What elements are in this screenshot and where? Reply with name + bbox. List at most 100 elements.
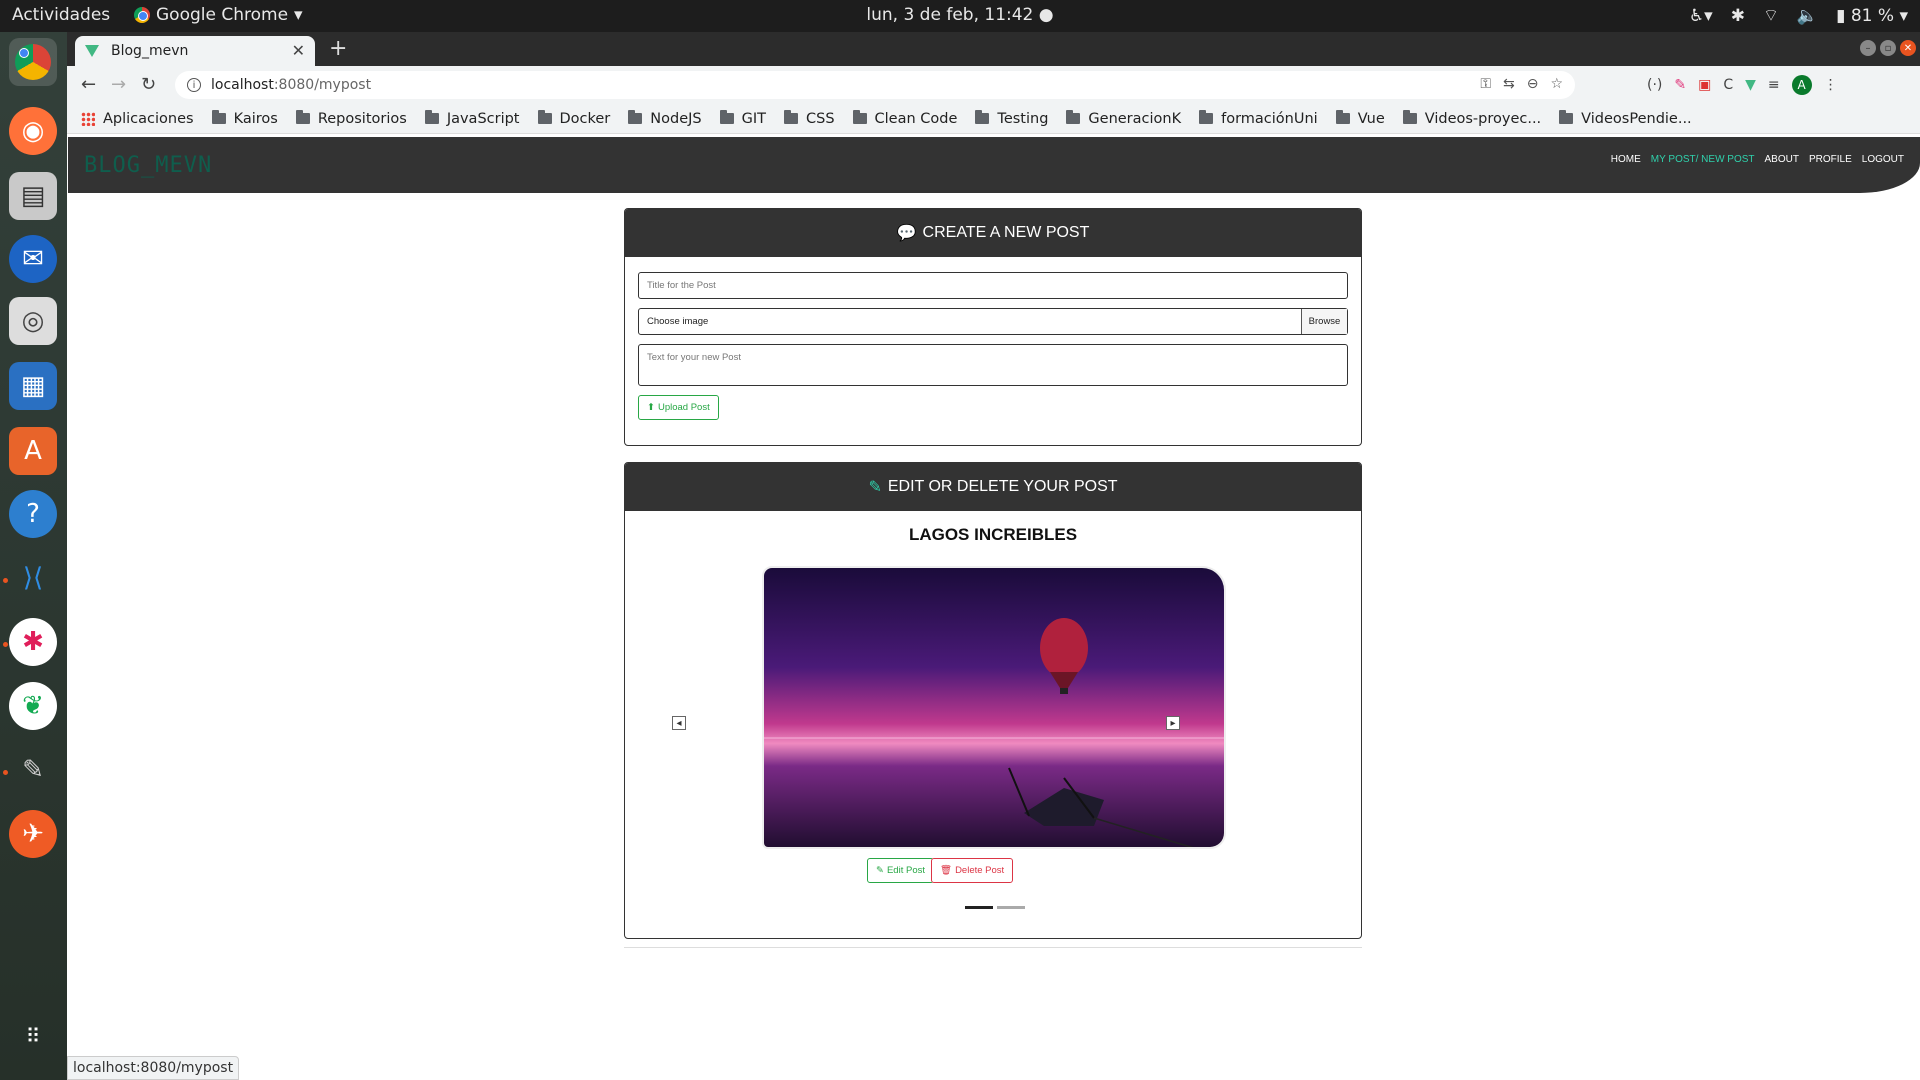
dock-mongodb-icon[interactable]: ❦: [9, 682, 57, 730]
dock-firefox-icon[interactable]: ◉: [9, 107, 57, 155]
bookmark-folder[interactable]: Videos-proyec...: [1402, 110, 1541, 127]
profile-avatar[interactable]: A: [1791, 75, 1812, 95]
dock-rhythmbox-icon[interactable]: ◎: [9, 297, 57, 345]
tab-blog-mevn[interactable]: Blog_mevn ✕: [75, 36, 315, 66]
extension-color-picker-icon[interactable]: ✎: [1674, 77, 1686, 93]
accessibility-icon[interactable]: ♿▾: [1689, 6, 1713, 26]
edit-post-label: Edit Post: [886, 865, 925, 876]
carousel-indicator-active[interactable]: [965, 906, 993, 909]
battery-indicator[interactable]: ▮ 81 % ▾: [1836, 6, 1908, 26]
dock-chrome-icon[interactable]: [9, 38, 57, 86]
maximize-button[interactable]: ▫: [1880, 40, 1896, 56]
folder-icon: [783, 110, 798, 124]
bookmark-folder[interactable]: GeneracionK: [1066, 110, 1182, 127]
nav-home[interactable]: HOME: [1611, 154, 1641, 165]
nav-my-post[interactable]: MY POST/ NEW POST: [1651, 154, 1755, 165]
bookmark-folder[interactable]: Kairos: [211, 110, 278, 127]
dock-postman-icon[interactable]: ✈: [9, 810, 57, 858]
forward-arrow-icon[interactable]: →: [111, 74, 126, 95]
post-text-textarea[interactable]: Text for your new Post: [638, 344, 1348, 386]
close-window-button[interactable]: ✕: [1900, 40, 1916, 56]
dock-writer-icon[interactable]: ▦: [9, 362, 57, 410]
edit-post-button[interactable]: ✎ Edit Post: [867, 858, 934, 883]
post-title-input[interactable]: Title for the Post: [638, 272, 1348, 299]
show-apps-icon[interactable]: ⠿: [9, 1012, 57, 1060]
edit-icon: ✎: [868, 479, 882, 496]
status-bar-url: localhost:8080/mypost: [67, 1056, 240, 1080]
bookmark-label: JavaScript: [446, 110, 520, 127]
bookmark-label: Vue: [1357, 110, 1385, 127]
bookmark-folder[interactable]: CSS: [783, 110, 835, 127]
dock-slack-icon[interactable]: ✱: [9, 618, 57, 666]
new-tab-button[interactable]: +: [329, 36, 347, 61]
browse-button[interactable]: Browse: [1301, 309, 1347, 334]
reload-icon[interactable]: ↻: [141, 74, 156, 95]
system-tray[interactable]: ♿▾ ✱ ⌔ 🔈 ▮ 81 % ▾: [1689, 5, 1908, 27]
dock-files-icon[interactable]: ▤: [9, 172, 57, 220]
extension-c-icon[interactable]: C: [1723, 77, 1733, 93]
site-nav-links: HOME MY POST/ NEW POST ABOUT PROFILE LOG…: [1611, 154, 1904, 165]
bookmark-folder[interactable]: formaciónUni: [1199, 110, 1318, 127]
vue-devtools-icon[interactable]: ▼: [1745, 77, 1756, 93]
system-clock[interactable]: lun, 3 de feb, 11:42 ●: [866, 5, 1053, 25]
reading-list-icon[interactable]: ≡: [1768, 77, 1780, 93]
nav-logout[interactable]: LOGOUT: [1862, 154, 1904, 165]
carousel-next-button[interactable]: ▸: [1166, 716, 1180, 730]
activities-button[interactable]: Actividades: [12, 5, 110, 25]
minimize-button[interactable]: –: [1860, 40, 1876, 56]
app-menu[interactable]: Google Chrome ▾: [134, 5, 303, 25]
wifi-icon[interactable]: ⌔: [1763, 5, 1779, 26]
extension-icon[interactable]: (·): [1647, 77, 1662, 93]
bookmark-folder[interactable]: Testing: [975, 110, 1048, 127]
dock-vscode-icon[interactable]: ⟩⟨: [9, 554, 57, 602]
delete-post-button[interactable]: 🗑 Delete Post: [931, 858, 1014, 883]
image-file-input[interactable]: Choose image Browse: [638, 308, 1348, 335]
bookmark-label: Docker: [559, 110, 611, 127]
folder-icon: [1199, 110, 1214, 124]
nav-profile[interactable]: PROFILE: [1809, 154, 1852, 165]
slack-tray-icon[interactable]: ✱: [1731, 6, 1745, 26]
bookmark-folder[interactable]: NodeJS: [628, 110, 702, 127]
bookmark-folder[interactable]: Clean Code: [852, 110, 957, 127]
carousel-indicator[interactable]: [997, 906, 1025, 909]
close-icon[interactable]: ✕: [292, 41, 305, 60]
site-info-icon[interactable]: i: [187, 78, 201, 92]
bookmark-folder[interactable]: VideosPendie...: [1559, 110, 1692, 127]
folder-icon: [1066, 110, 1081, 124]
back-arrow-icon[interactable]: ←: [81, 74, 96, 95]
volume-icon[interactable]: 🔈: [1797, 6, 1818, 26]
site-brand[interactable]: BLOG_MEVN: [84, 153, 212, 178]
bookmark-folder[interactable]: Repositorios: [295, 110, 407, 127]
folder-icon: [295, 110, 310, 124]
address-bar[interactable]: i localhost:8080/mypost ⚿ ⇆ ⊖ ☆: [175, 71, 1575, 99]
bookmark-folder[interactable]: Docker: [537, 110, 611, 127]
bookmarks-bar: Aplicaciones Kairos Repositorios JavaScr…: [67, 104, 1920, 134]
dock-thunderbird-icon[interactable]: ✉: [9, 235, 57, 283]
bookmark-folder[interactable]: JavaScript: [424, 110, 520, 127]
bookmark-folder[interactable]: Vue: [1335, 110, 1385, 127]
browser-toolbar: ← → ↻ i localhost:8080/mypost ⚿ ⇆ ⊖ ☆ (·…: [67, 66, 1920, 104]
bookmark-folder[interactable]: GIT: [719, 110, 766, 127]
zoom-icon[interactable]: ⊖: [1527, 76, 1539, 92]
delete-post-label: Delete Post: [955, 865, 1005, 876]
key-icon[interactable]: ⚿: [1480, 76, 1491, 92]
bookmark-apps[interactable]: Aplicaciones: [81, 111, 194, 127]
edit-icon: ✎: [876, 865, 884, 876]
file-input-label: Choose image: [647, 316, 709, 327]
bookmark-label: Kairos: [233, 110, 278, 127]
upload-post-button[interactable]: ⬆ Upload Post: [638, 395, 719, 420]
bookmark-label: GeneracionK: [1088, 110, 1182, 127]
dock-software-icon[interactable]: A: [9, 427, 57, 475]
nav-about[interactable]: ABOUT: [1765, 154, 1799, 165]
carousel-prev-button[interactable]: ◂: [672, 716, 686, 730]
translate-icon[interactable]: ⇆: [1503, 76, 1515, 92]
extension-off-icon[interactable]: ▣: [1698, 77, 1711, 93]
bookmark-label: NodeJS: [650, 110, 702, 127]
dock-help-icon[interactable]: ?: [9, 490, 57, 538]
star-icon[interactable]: ☆: [1550, 76, 1563, 92]
chrome-icon: [15, 44, 51, 80]
dock-gimp-icon[interactable]: ✎: [9, 746, 57, 794]
folder-icon: [424, 110, 439, 124]
bookmark-label: GIT: [741, 110, 766, 127]
kebab-menu-icon[interactable]: ⋮: [1824, 77, 1838, 93]
